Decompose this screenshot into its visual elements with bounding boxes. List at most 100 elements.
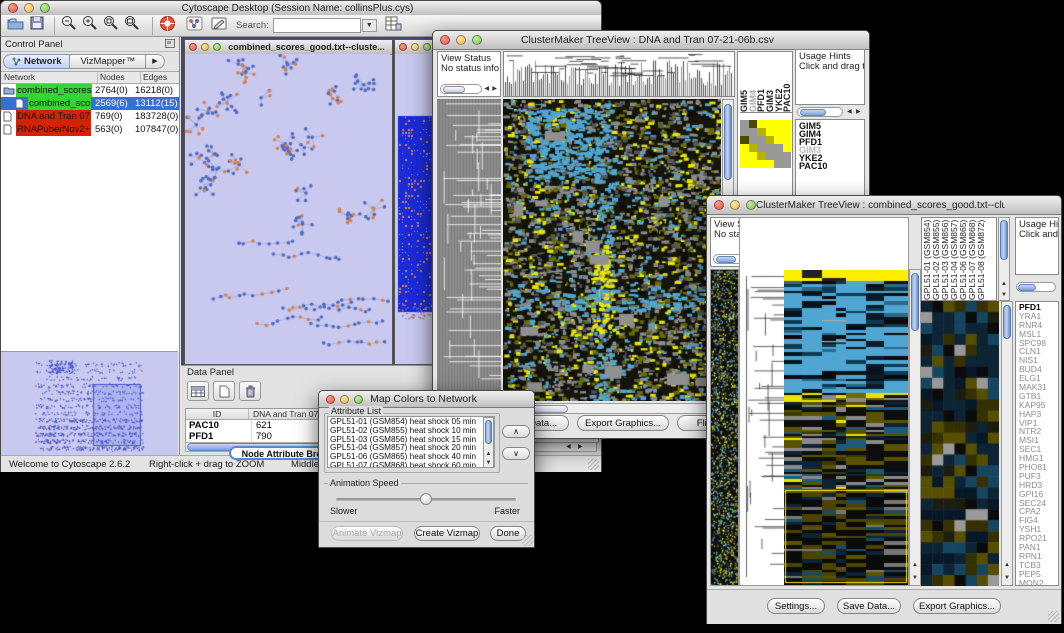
tv2-save-data-button[interactable]: Save Data... [837,598,901,614]
zoom-button[interactable] [472,35,482,45]
matrix-cell[interactable] [774,144,783,152]
tv1-column-dendrogram[interactable] [503,51,735,97]
matrix-cell[interactable] [783,152,792,160]
resize-grip[interactable] [1048,611,1059,622]
gene-list-item[interactable]: YRA1 [1019,312,1058,321]
matrix-cell[interactable] [783,136,792,144]
zoom-out-icon[interactable] [61,15,77,36]
tv1-status-hscrollbar[interactable] [440,84,482,94]
zoom-in-icon[interactable] [82,15,98,36]
matrix-cell[interactable] [783,128,792,136]
gene-list-item[interactable]: VIP1 [1019,419,1058,428]
matrix-cell[interactable] [749,152,758,160]
minimize-button[interactable] [411,43,419,51]
matrix-cell[interactable] [774,128,783,136]
minimize-button[interactable] [730,200,740,210]
gene-list[interactable]: PFD1YRA1RNR4MSL1SPC98CLN1NIS1BUD4ELG1MAK… [1016,302,1058,586]
annotation-icon[interactable] [211,16,228,36]
slider-thumb[interactable] [420,493,432,505]
gene-list-item[interactable]: RPO21 [1019,534,1058,543]
matrix-cell[interactable] [757,144,766,152]
matrix-cell[interactable] [740,160,749,168]
matrix-cell[interactable] [783,160,792,168]
minimize-button[interactable] [456,35,466,45]
network-list-item[interactable]: combined_scores2764(0)16218(0) [1,84,179,97]
scroll-down-icon[interactable]: ▼ [999,292,1009,299]
delete-attribute-icon[interactable] [239,381,261,401]
close-button[interactable] [440,35,450,45]
close-button[interactable] [189,43,197,51]
matrix-cell[interactable] [757,136,766,144]
gene-list-item[interactable]: HAP3 [1019,410,1058,419]
gene-list-item[interactable]: MSL1 [1019,330,1058,339]
zoom-button[interactable] [213,43,221,51]
gene-list-item[interactable]: YSH1 [1019,525,1058,534]
tv1-usage-hscrollbar[interactable] [797,107,843,117]
scroll-down-icon[interactable]: ▼ [910,575,920,582]
zoom-button[interactable] [354,395,363,404]
tab-overflow-arrow[interactable]: ▶ [146,54,164,69]
tab-network[interactable]: Network [3,54,70,69]
tv2-heatmap[interactable] [784,270,908,585]
matrix-cell[interactable] [774,152,783,160]
matrix-cell[interactable] [740,152,749,160]
zoom-fit-icon[interactable] [124,15,140,36]
move-down-button[interactable]: ∨ [502,447,530,460]
vizmapper-nodes-icon[interactable] [186,16,203,36]
gene-list-item[interactable]: PUF3 [1019,472,1058,481]
gene-list-item[interactable]: PAN1 [1019,543,1058,552]
matrix-cell[interactable] [766,136,775,144]
resize-grip[interactable] [522,535,533,546]
matrix-cell[interactable] [757,160,766,168]
tv2-global-view[interactable] [710,269,739,586]
scroll-left-icon[interactable]: ◀ [484,85,489,94]
move-up-button[interactable]: ∧ [502,425,530,438]
close-button[interactable] [714,200,724,210]
gene-list-item[interactable]: PHO81 [1019,463,1058,472]
scroll-up-icon[interactable]: ▲ [1002,562,1012,569]
matrix-cell[interactable] [766,120,775,128]
matrix-cell[interactable] [783,144,792,152]
matrix-cell[interactable] [774,120,783,128]
treeview2-title-bar[interactable]: ClusterMaker TreeView : combined_scores_… [707,196,1061,215]
close-button[interactable] [326,395,335,404]
minimize-button[interactable] [24,3,34,13]
tv2-settings-button[interactable]: Settings... [767,598,825,614]
network-list-item[interactable]: RNAPuberNov2+563(0)107847(0) [1,123,179,136]
matrix-cell[interactable] [749,136,758,144]
tv1-row-dendrogram[interactable] [437,99,501,401]
close-button[interactable] [8,3,18,13]
import-table-icon[interactable] [385,16,402,36]
float-panel-icon[interactable] [165,35,175,53]
matrix-cell[interactable] [757,152,766,160]
tv2-export-graphics-button[interactable]: Export Graphics... [913,598,1001,614]
scroll-left-icon[interactable]: ◀ [566,443,571,452]
gene-list-item[interactable]: MSI1 [1019,436,1058,445]
tv2-heatmap-vscrollbar[interactable]: ▲ ▼ [909,269,921,586]
matrix-cell[interactable] [774,160,783,168]
done-button[interactable]: Done [490,526,526,541]
tv2-gene-zoom-heatmap[interactable] [921,301,999,586]
gene-list-item[interactable]: SEC1 [1019,445,1058,454]
network-view-canvas[interactable] [185,54,390,363]
matrix-cell[interactable] [783,120,792,128]
matrix-cell[interactable] [766,128,775,136]
tab-vizmapper[interactable]: VizMapper™ [70,54,146,69]
scroll-down-icon[interactable]: ▼ [1002,575,1012,582]
matrix-cell[interactable] [757,128,766,136]
gene-list-item[interactable]: SPC98 [1019,339,1058,348]
scroll-up-icon[interactable]: ▲ [910,562,920,569]
gene-list-item[interactable]: CPA2 [1019,507,1058,516]
matrix-cell[interactable] [740,144,749,152]
gene-list-item[interactable]: ELG1 [1019,374,1058,383]
gene-list-item[interactable]: MAK31 [1019,383,1058,392]
gene-list-item[interactable]: PFD1 [1019,303,1058,312]
tv2-zoom-vscrollbar[interactable]: ▲ ▼ [1001,301,1013,586]
gene-list-item[interactable]: NTR2 [1019,427,1058,436]
close-button[interactable] [399,43,407,51]
new-attribute-icon[interactable] [213,381,235,401]
matrix-cell[interactable] [749,160,758,168]
gene-list-item[interactable]: BUD4 [1019,365,1058,374]
matrix-cell[interactable] [766,160,775,168]
matrix-cell[interactable] [774,136,783,144]
